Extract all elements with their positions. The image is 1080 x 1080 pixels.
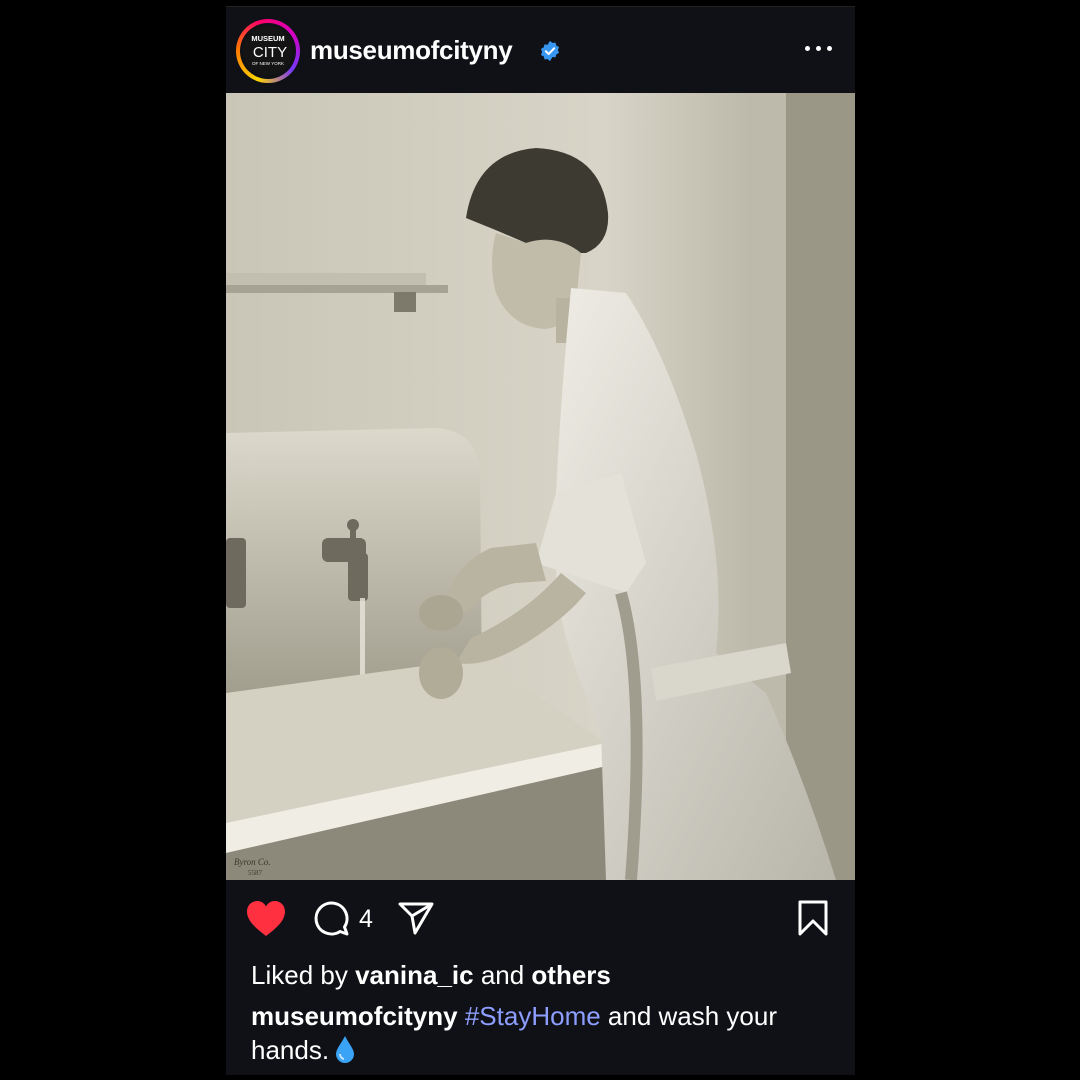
water-drop-icon xyxy=(336,1036,355,1063)
post-header: MUSEUM CITY OF NEW YORK museumofcityny xyxy=(226,7,855,93)
svg-text:MUSEUM: MUSEUM xyxy=(251,34,284,43)
comment-count[interactable]: 4 xyxy=(359,905,373,934)
comment-icon[interactable] xyxy=(313,900,349,936)
more-horizontal-icon[interactable] xyxy=(804,41,834,55)
heart-icon[interactable] xyxy=(246,900,286,938)
caption-hashtag[interactable]: #StayHome xyxy=(465,1001,601,1031)
svg-text:CITY: CITY xyxy=(253,44,287,61)
share-icon[interactable] xyxy=(398,901,434,935)
post-photo[interactable]: Byron Co. 5587 xyxy=(226,93,855,880)
post-username[interactable]: museumofcityny xyxy=(310,35,513,66)
post-caption: museumofcityny #StayHome and wash your h… xyxy=(251,999,841,1067)
avatar[interactable]: MUSEUM CITY OF NEW YORK xyxy=(236,19,300,83)
svg-text:OF NEW YORK: OF NEW YORK xyxy=(252,61,284,66)
liked-by-others[interactable]: others xyxy=(531,960,610,990)
caption-username[interactable]: museumofcityny xyxy=(251,1001,458,1031)
photo-watermark-number: 5587 xyxy=(248,869,263,877)
likes-line: Liked by vanina_ic and others xyxy=(251,960,611,990)
post-actions-bar: 4 xyxy=(226,880,855,960)
post-container: MUSEUM CITY OF NEW YORK museumofcityny B… xyxy=(226,6,855,1075)
museum-logo: MUSEUM CITY OF NEW YORK xyxy=(243,26,293,76)
post-photo-illustration: Byron Co. 5587 xyxy=(226,93,855,880)
bookmark-icon[interactable] xyxy=(798,900,828,936)
liked-by-user[interactable]: vanina_ic xyxy=(355,960,474,990)
verified-badge-icon xyxy=(540,40,560,62)
photo-watermark-text: Byron Co. xyxy=(234,857,271,867)
